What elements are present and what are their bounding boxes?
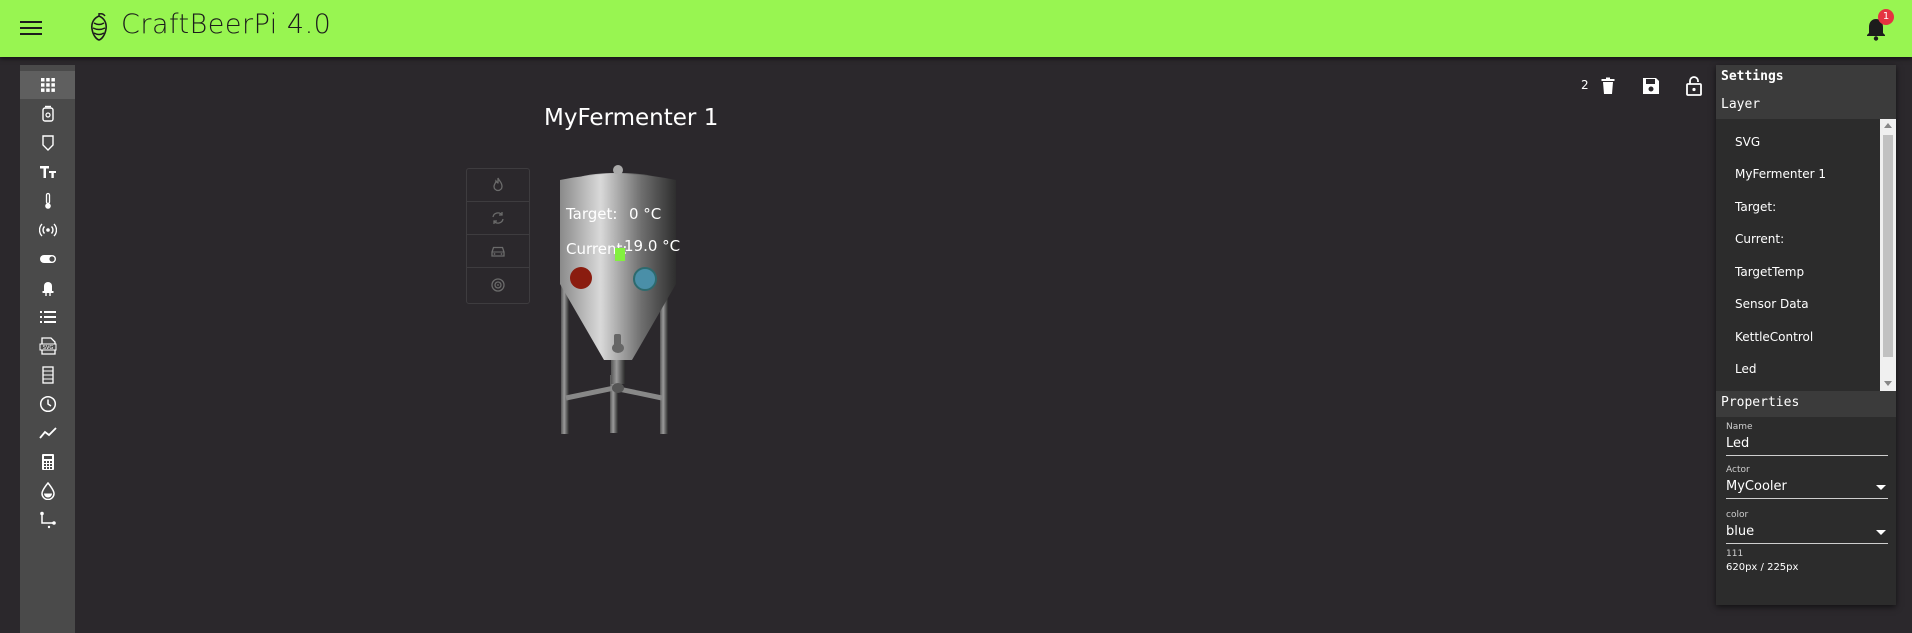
selection-handle[interactable] xyxy=(615,248,625,261)
toolbar-clock-button[interactable] xyxy=(20,390,75,418)
scroll-thumb[interactable] xyxy=(1883,135,1893,357)
fermenter-icon xyxy=(41,135,54,151)
properties-title: Properties xyxy=(1721,395,1800,410)
svg-file-icon: SVG xyxy=(39,337,56,355)
layer-scrollbar[interactable] xyxy=(1880,119,1896,391)
properties-panel: Name Led Actor MyCooler color blue 111 6… xyxy=(1716,417,1896,605)
path-icon xyxy=(39,511,56,529)
toolbar-hydrometer-button[interactable] xyxy=(20,477,75,505)
cooler-led[interactable] xyxy=(633,267,657,291)
toolbar-temperature-button[interactable] xyxy=(20,187,75,215)
automatic-button[interactable] xyxy=(467,235,529,268)
sync-icon xyxy=(492,212,504,224)
text-icon xyxy=(39,166,56,178)
fermenter-title[interactable]: MyFermenter 1 xyxy=(544,105,718,131)
calculator-icon xyxy=(41,454,54,470)
chart-icon xyxy=(38,427,57,439)
widget-toolbar: SVG xyxy=(20,65,75,633)
layer-item[interactable]: Current: xyxy=(1735,232,1784,246)
dashboard-grid-icon xyxy=(40,78,55,92)
delete-icon[interactable] xyxy=(1597,75,1619,97)
target-button[interactable] xyxy=(467,268,529,301)
heater-led[interactable] xyxy=(570,267,592,289)
svg-text:SVG: SVG xyxy=(42,345,53,351)
layer-item[interactable]: Led xyxy=(1735,362,1756,376)
kettle-control-widget[interactable] xyxy=(466,168,530,304)
scroll-up-icon[interactable] xyxy=(1884,123,1892,128)
selected-count: 2 xyxy=(1581,78,1589,92)
toolbar-table-button[interactable] xyxy=(20,361,75,389)
broadcast-icon xyxy=(38,223,57,237)
drop-icon xyxy=(40,482,55,500)
clock-icon xyxy=(39,395,56,413)
color-label: color xyxy=(1726,510,1749,520)
unlock-icon[interactable] xyxy=(1683,75,1705,97)
target-temp-value: 0 °C xyxy=(629,205,662,223)
menu-icon[interactable] xyxy=(20,18,42,38)
actor-select[interactable]: MyCooler xyxy=(1726,479,1888,499)
layer-item[interactable]: Target: xyxy=(1735,200,1776,214)
color-select-value: blue xyxy=(1726,524,1755,539)
actor-label: Actor xyxy=(1726,465,1750,475)
toolbar-chart-button[interactable] xyxy=(20,419,75,447)
car-icon xyxy=(491,246,505,257)
settings-title: Settings xyxy=(1721,69,1784,84)
toolbar-kettle-button[interactable] xyxy=(20,100,75,128)
layer-list: SVG MyFermenter 1 Target: Current: Targe… xyxy=(1716,119,1896,391)
led-icon xyxy=(42,282,53,296)
flame-icon xyxy=(493,177,503,192)
fermenter-graphic[interactable] xyxy=(552,160,682,436)
position-label: 111 xyxy=(1726,549,1744,559)
layer-item[interactable]: SVG xyxy=(1735,135,1760,149)
toolbar-sensor-button[interactable] xyxy=(20,216,75,244)
app-bar: CraftBeerPi 4.0 1 xyxy=(0,0,1912,57)
sensor-data-value: 19.0 °C xyxy=(624,237,681,255)
dropdown-arrow-icon xyxy=(1876,485,1886,490)
scroll-down-icon[interactable] xyxy=(1884,381,1892,386)
notification-badge: 1 xyxy=(1878,9,1894,25)
target-icon xyxy=(491,277,505,292)
layer-item[interactable]: MyFermenter 1 xyxy=(1735,167,1826,181)
toolbar-led-button[interactable] xyxy=(20,274,75,302)
agitator-button[interactable] xyxy=(467,202,529,235)
actor-select-value: MyCooler xyxy=(1726,479,1787,494)
dropdown-arrow-icon xyxy=(1876,530,1886,535)
toolbar-fermenter-button[interactable] xyxy=(20,129,75,157)
heater-button[interactable] xyxy=(467,169,529,202)
name-label: Name xyxy=(1726,422,1753,432)
toolbar-actor-button[interactable] xyxy=(20,245,75,273)
position-value: 620px / 225px xyxy=(1726,562,1799,573)
layer-item[interactable]: TargetTemp xyxy=(1735,265,1804,279)
toggle-icon xyxy=(39,255,56,263)
target-label: Target: xyxy=(566,205,618,223)
color-select[interactable]: blue xyxy=(1726,524,1888,544)
toolbar-path-button[interactable] xyxy=(20,506,75,534)
name-field[interactable]: Led xyxy=(1726,436,1888,456)
app-title: CraftBeerPi 4.0 xyxy=(121,9,332,40)
layer-item[interactable]: Sensor Data xyxy=(1735,297,1809,311)
toolbar-dashboard-button[interactable] xyxy=(20,71,75,99)
layer-item[interactable]: KettleControl xyxy=(1735,330,1813,344)
thermometer-icon xyxy=(44,192,51,209)
hop-logo-icon xyxy=(91,13,107,41)
toolbar-svg-button[interactable]: SVG xyxy=(20,332,75,360)
kettle-icon xyxy=(41,105,54,122)
toolbar-text-button[interactable] xyxy=(20,158,75,186)
layer-title: Layer xyxy=(1721,97,1761,112)
toolbar-calculator-button[interactable] xyxy=(20,448,75,476)
toolbar-steps-button[interactable] xyxy=(20,303,75,331)
settings-panel: Settings Layer SVG MyFermenter 1 Target:… xyxy=(1716,65,1896,605)
table-icon xyxy=(41,366,54,384)
list-icon xyxy=(39,311,56,323)
save-icon[interactable] xyxy=(1640,75,1662,97)
